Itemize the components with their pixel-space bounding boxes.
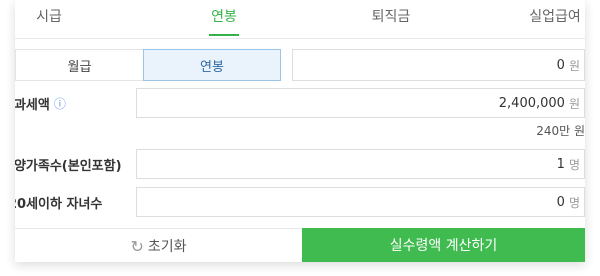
children-value: 0 — [556, 194, 565, 210]
children-label: 20세이하 자녀수 — [15, 196, 103, 212]
tax-free-value: 2,400,000 — [498, 95, 565, 111]
active-tab-indicator — [209, 34, 239, 36]
dependents-unit: 명 — [568, 157, 580, 172]
dependents-value: 1 — [556, 156, 565, 172]
dependents-label: 부양가족수(본인포함) — [15, 158, 122, 174]
info-icon[interactable]: ⓘ — [54, 95, 66, 112]
salary-unit: 원 — [568, 58, 580, 73]
salary-calculator-card: 시급 연봉 퇴직금 실업급여 월급 연봉 0 원 비과세액 ⓘ 2,400,00… — [15, 0, 585, 262]
tab-annual-salary[interactable]: 연봉 — [164, 0, 284, 38]
dependents-input[interactable]: 1 명 — [136, 149, 585, 179]
salary-input[interactable]: 0 원 — [292, 49, 585, 81]
calculate-label: 실수령액 계산하기 — [389, 238, 498, 254]
dependents-row: 부양가족수(본인포함) 1 명 — [15, 149, 585, 179]
tax-free-input[interactable]: 2,400,000 원 — [136, 88, 585, 118]
reset-label: 초기화 — [147, 239, 187, 255]
tab-severance[interactable]: 퇴직금 — [331, 0, 451, 38]
monthly-toggle-button[interactable]: 월급 — [15, 49, 143, 81]
action-bar: ↻ 초기화 실수령액 계산하기 — [15, 228, 585, 262]
tax-free-unit: 원 — [568, 96, 580, 111]
children-row: 20세이하 자녀수 0 명 — [15, 187, 585, 217]
tab-unemployment[interactable]: 실업급여 — [495, 0, 585, 38]
refresh-icon: ↻ — [130, 236, 144, 256]
salary-value: 0 — [556, 57, 565, 73]
tab-hourly[interactable]: 시급 — [15, 0, 109, 38]
children-unit: 명 — [568, 195, 580, 210]
annual-toggle-button[interactable]: 연봉 — [143, 49, 281, 81]
tax-free-hint: 240만 원 — [536, 124, 585, 138]
reset-button[interactable]: ↻ 초기화 — [15, 228, 302, 262]
tax-free-label: 비과세액 ⓘ — [15, 95, 66, 113]
calculate-button[interactable]: 실수령액 계산하기 — [302, 228, 585, 262]
pay-type-row: 월급 연봉 0 원 — [15, 49, 585, 81]
calculator-tabs: 시급 연봉 퇴직금 실업급여 — [15, 0, 585, 39]
tax-free-row: 비과세액 ⓘ 2,400,000 원 — [15, 88, 585, 118]
children-input[interactable]: 0 명 — [136, 187, 585, 217]
